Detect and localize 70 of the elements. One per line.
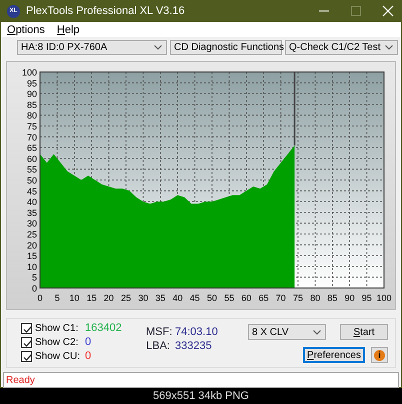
axis-tick-label: 45 <box>190 293 200 303</box>
axis-tick-label: 40 <box>26 197 37 208</box>
axis-tick-label: 20 <box>104 293 114 303</box>
axis-tick-label: 30 <box>138 293 148 303</box>
axis-tick-label: 75 <box>26 122 37 132</box>
axis-tick-label: 90 <box>26 89 37 100</box>
chevron-icon <box>154 45 162 50</box>
menu-item[interactable]: Options <box>7 24 45 36</box>
axis-tick-label: 75 <box>293 293 303 303</box>
preferences-button[interactable]: Preferences <box>303 347 365 363</box>
checkbox[interactable] <box>21 350 32 362</box>
axis-tick-label: 25 <box>26 230 37 240</box>
status-text: Ready <box>6 374 35 386</box>
axis-tick-label: 25 <box>121 293 131 303</box>
axis-tick-label: 15 <box>86 293 97 303</box>
axis-tick-label: 10 <box>26 262 37 272</box>
axis-tick-label: 60 <box>26 154 37 164</box>
chevron-icon <box>313 330 321 334</box>
axis-tick-label: 5 <box>54 293 60 303</box>
axis-tick-label: 15 <box>26 251 37 262</box>
axis-tick-label: 80 <box>26 110 37 121</box>
axis-tick-label: 0 <box>38 293 42 303</box>
axis-tick-label: 95 <box>362 293 372 303</box>
counter-value: 0 <box>85 350 92 362</box>
axis-tick-label: 90 <box>344 293 355 303</box>
axis-tick-label: 35 <box>26 208 37 218</box>
axis-tick-label: 50 <box>207 293 217 303</box>
checkbox-label[interactable]: Show CU: <box>35 350 85 362</box>
checkbox[interactable] <box>21 336 32 348</box>
close-icon[interactable] <box>381 5 395 17</box>
axis-tick-label: 65 <box>26 143 37 154</box>
axis-tick-label: 100 <box>22 68 37 78</box>
chevron-icon <box>385 45 393 50</box>
axis-tick-label: 85 <box>26 100 37 110</box>
axis-tick-label: 60 <box>241 293 252 303</box>
axis-tick-label: 40 <box>172 293 183 303</box>
axis-tick-label: 0 <box>32 284 37 294</box>
axis-tick-label: 80 <box>310 293 320 303</box>
field-value: 333235 <box>175 340 212 352</box>
counter-value: 0 <box>85 336 92 348</box>
checkbox[interactable] <box>21 322 32 334</box>
checkbox-label[interactable]: Show C1: <box>35 322 85 334</box>
menu-item[interactable]: Help <box>56 24 80 36</box>
axis-tick-label: 55 <box>26 164 37 175</box>
axis-tick-label: 70 <box>26 132 37 142</box>
axis-tick-label: 35 <box>155 293 166 303</box>
axis-tick-label: 5 <box>32 272 37 283</box>
dropdown[interactable]: HA:8 ID:0 PX-760A <box>17 40 167 55</box>
axis-tick-label: 10 <box>69 293 80 303</box>
axis-tick-label: 100 <box>376 293 392 303</box>
dropdown[interactable]: CD Diagnostic Functions <box>170 40 282 55</box>
field-label: MSF: <box>146 326 170 338</box>
axis-tick-label: 70 <box>276 293 286 303</box>
info-button[interactable]: i <box>371 347 388 363</box>
axis-tick-label: 50 <box>26 176 37 186</box>
counter-value: 163402 <box>85 322 122 334</box>
dropdown[interactable]: Q-Check C1/C2 Test <box>285 40 398 55</box>
axis-tick-label: 30 <box>26 218 37 229</box>
axis-tick-label: 65 <box>258 293 269 303</box>
axis-tick-label: 85 <box>327 293 338 303</box>
checkbox-label[interactable]: Show C2: <box>35 336 85 348</box>
field-label: LBA: <box>146 340 170 352</box>
axis-tick-label: 45 <box>26 186 37 196</box>
axis-tick-label: 20 <box>26 240 37 250</box>
window-title: PlexTools Professional XL V3.16 <box>26 5 186 17</box>
field-value: 74:03.10 <box>175 326 218 338</box>
axis-tick-label: 95 <box>26 78 37 88</box>
speed-dropdown[interactable]: 8 X CLV <box>248 324 326 340</box>
start-button[interactable]: Start <box>340 324 388 340</box>
axis-tick-label: 55 <box>224 293 234 303</box>
